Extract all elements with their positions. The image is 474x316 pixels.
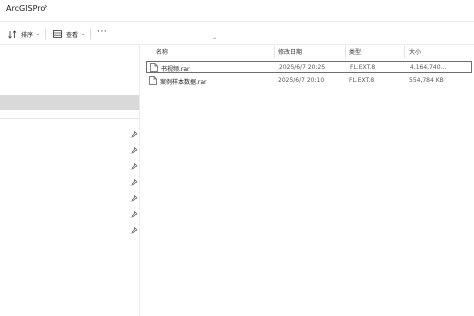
pin-icon[interactable] [131, 163, 138, 170]
toolbar-separator [90, 29, 91, 39]
toolbar-separator [45, 29, 46, 39]
command-bar: 排序 ⌄ 查看 ⌄ ··· [0, 22, 474, 44]
column-divider[interactable] [274, 46, 275, 58]
file-size: 554,784 KB [409, 77, 444, 84]
column-header-date[interactable]: 修改日期 [278, 47, 302, 56]
pin-icon[interactable] [131, 131, 138, 138]
file-date: 2025/6/7 20:25 [279, 64, 326, 71]
file-row[interactable]: 书视频.rar 2025/6/7 20:25 FL.EXT.8 4,164,74… [146, 61, 472, 73]
sort-icon [8, 29, 17, 39]
file-icon [150, 63, 158, 72]
sort-ascending-icon: ⌃ [212, 37, 218, 44]
column-header-size[interactable]: 大小 [409, 47, 421, 56]
file-date: 2025/6/7 20:10 [278, 77, 325, 84]
file-name: 书视频.rar [161, 66, 190, 73]
pin-icon[interactable] [131, 211, 138, 218]
sort-label: 排序 [21, 31, 34, 39]
nav-divider [0, 118, 139, 119]
column-divider[interactable] [345, 46, 346, 58]
view-list-icon [53, 30, 62, 38]
view-button[interactable]: 查看 ⌄ [53, 28, 85, 40]
pin-icon[interactable] [131, 195, 138, 202]
column-header-type[interactable]: 类型 [349, 47, 361, 56]
navigation-pane [0, 45, 140, 316]
file-type: FL.EXT.8 [349, 77, 375, 84]
column-divider[interactable] [404, 46, 405, 58]
view-label: 查看 [66, 31, 79, 39]
file-icon [149, 76, 157, 85]
pane-splitter[interactable] [139, 45, 140, 316]
file-size: 4,164,740... [410, 64, 447, 71]
pin-icon[interactable] [131, 227, 138, 234]
file-row[interactable]: 案例样本数据.rar 2025/6/7 20:10 FL.EXT.8 554,7… [146, 75, 472, 87]
column-header-name[interactable]: 名称 [156, 47, 168, 56]
breadcrumb-arcgispro[interactable]: ArcGISPro [6, 4, 45, 13]
file-list-header: 名称 修改日期 类型 大小 [140, 44, 474, 58]
chevron-down-icon: ⌄ [81, 31, 86, 37]
file-type: FL.EXT.8 [350, 64, 376, 71]
address-bar[interactable]: ArcGISPro › [0, 0, 474, 20]
more-options-button[interactable]: ··· [97, 28, 107, 37]
nav-item-selected[interactable] [0, 95, 139, 110]
sort-button[interactable]: 排序 ⌄ [8, 28, 40, 40]
pin-icon[interactable] [131, 147, 138, 154]
chevron-down-icon: ⌄ [36, 31, 41, 37]
chevron-right-icon[interactable]: › [44, 2, 48, 12]
file-name: 案例样本数据.rar [160, 79, 207, 86]
pin-icon[interactable] [131, 179, 138, 186]
